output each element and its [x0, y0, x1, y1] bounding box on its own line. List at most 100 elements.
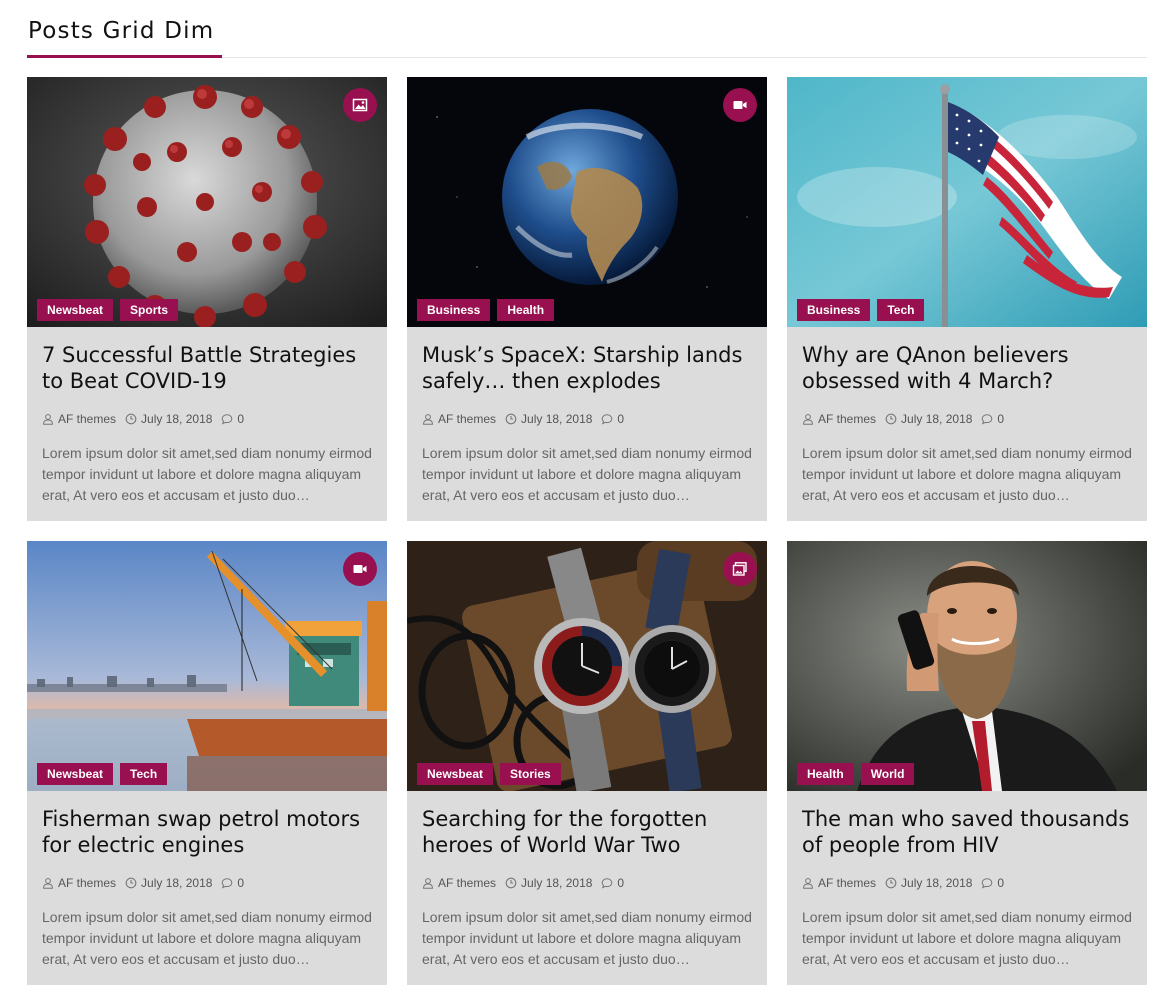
post-date[interactable]: July 18, 2018 [885, 876, 972, 890]
watches-image [407, 541, 767, 791]
post-thumbnail[interactable]: Newsbeat Sports [27, 77, 387, 327]
date-text: July 18, 2018 [901, 876, 973, 890]
comment-icon [222, 414, 233, 425]
date-text: July 18, 2018 [521, 876, 593, 890]
clock-icon [505, 413, 517, 425]
post-date[interactable]: July 18, 2018 [125, 412, 212, 426]
clock-icon [125, 413, 137, 425]
bearded-man-image [787, 541, 1147, 791]
comment-count: 0 [237, 412, 245, 426]
format-badge [723, 88, 757, 122]
post-title[interactable]: Searching for the forgotten heroes of Wo… [422, 806, 752, 858]
date-text: July 18, 2018 [141, 876, 213, 890]
post-thumbnail[interactable]: Health World [787, 541, 1147, 791]
user-icon [802, 414, 814, 425]
comment-count: 0 [237, 876, 245, 890]
post-meta: AF themes July 18, 2018 0 [802, 410, 1132, 428]
post-author[interactable]: AF themes [422, 876, 496, 890]
post-author[interactable]: AF themes [802, 412, 876, 426]
post-card: Newsbeat Sports 7 Successful Battle Stra… [27, 77, 387, 521]
category-tag[interactable]: Tech [120, 763, 168, 785]
post-card: Newsbeat Stories Searching for the forgo… [407, 541, 767, 985]
post-thumbnail[interactable]: Newsbeat Stories [407, 541, 767, 791]
category-tag[interactable]: Newsbeat [417, 763, 494, 785]
user-icon [42, 878, 54, 889]
post-author[interactable]: AF themes [422, 412, 496, 426]
category-tag[interactable]: Sports [120, 299, 179, 321]
coronavirus-image [27, 77, 387, 327]
post-date[interactable]: July 18, 2018 [505, 412, 592, 426]
clock-icon [505, 877, 517, 889]
author-name: AF themes [438, 876, 497, 890]
post-comments[interactable]: 0 [981, 412, 1004, 426]
post-title[interactable]: Fisherman swap petrol motors for electri… [42, 806, 372, 858]
date-text: July 18, 2018 [901, 412, 973, 426]
post-excerpt: Lorem ipsum dolor sit amet,sed diam nonu… [422, 445, 752, 503]
post-thumbnail[interactable]: Business Tech [787, 77, 1147, 327]
category-list: Newsbeat Stories [417, 763, 561, 785]
post-author[interactable]: AF themes [42, 412, 116, 426]
author-name: AF themes [818, 412, 877, 426]
post-comments[interactable]: 0 [601, 876, 624, 890]
post-excerpt: Lorem ipsum dolor sit amet,sed diam nonu… [802, 909, 1132, 967]
post-thumbnail[interactable]: Business Health [407, 77, 767, 327]
post-thumbnail[interactable]: Newsbeat Tech [27, 541, 387, 791]
post-body: Searching for the forgotten heroes of Wo… [407, 791, 767, 970]
author-name: AF themes [818, 876, 877, 890]
category-tag[interactable]: Business [797, 299, 871, 321]
post-meta: AF themes July 18, 2018 0 [802, 874, 1132, 892]
format-badge [343, 552, 377, 586]
post-excerpt: Lorem ipsum dolor sit amet,sed diam nonu… [42, 445, 372, 503]
post-title[interactable]: Musk’s SpaceX: Starship lands safely… th… [422, 342, 752, 394]
clock-icon [885, 877, 897, 889]
category-list: Business Tech [797, 299, 925, 321]
post-comments[interactable]: 0 [981, 876, 1004, 890]
category-tag[interactable]: World [860, 763, 915, 785]
category-tag[interactable]: Health [497, 299, 555, 321]
post-comments[interactable]: 0 [601, 412, 624, 426]
crane-barge-image [27, 541, 387, 791]
post-excerpt: Lorem ipsum dolor sit amet,sed diam nonu… [422, 909, 752, 967]
title-underline [27, 55, 222, 58]
post-card: Health World The man who saved thousands… [787, 541, 1147, 985]
comment-count: 0 [617, 876, 625, 890]
comment-icon [602, 414, 613, 425]
post-date[interactable]: July 18, 2018 [125, 876, 212, 890]
user-icon [422, 414, 434, 425]
date-text: July 18, 2018 [521, 412, 593, 426]
post-comments[interactable]: 0 [221, 412, 244, 426]
category-tag[interactable]: Health [797, 763, 854, 785]
post-meta: AF themes July 18, 2018 0 [422, 410, 752, 428]
category-tag[interactable]: Business [417, 299, 491, 321]
post-title[interactable]: The man who saved thousands of people fr… [802, 806, 1132, 858]
comment-count: 0 [997, 412, 1005, 426]
comment-count: 0 [617, 412, 625, 426]
post-body: 7 Successful Battle Strategies to Beat C… [27, 327, 387, 506]
category-tag[interactable]: Stories [500, 763, 561, 785]
posts-grid: Newsbeat Sports 7 Successful Battle Stra… [27, 77, 1147, 985]
author-name: AF themes [438, 412, 497, 426]
post-card: Business Tech Why are QAnon believers ob… [787, 77, 1147, 521]
post-date[interactable]: July 18, 2018 [505, 876, 592, 890]
category-list: Health World [797, 763, 915, 785]
post-comments[interactable]: 0 [221, 876, 244, 890]
post-author[interactable]: AF themes [42, 876, 116, 890]
post-title[interactable]: 7 Successful Battle Strategies to Beat C… [42, 342, 372, 394]
post-title[interactable]: Why are QAnon believers obsessed with 4 … [802, 342, 1132, 394]
category-tag[interactable]: Newsbeat [37, 299, 114, 321]
clock-icon [885, 413, 897, 425]
user-icon [422, 878, 434, 889]
section-header: Posts Grid Dim [27, 0, 1147, 58]
comment-icon [982, 414, 993, 425]
post-date[interactable]: July 18, 2018 [885, 412, 972, 426]
post-author[interactable]: AF themes [802, 876, 876, 890]
post-card: Newsbeat Tech Fisherman swap petrol moto… [27, 541, 387, 985]
category-list: Newsbeat Sports [37, 299, 179, 321]
format-badge [343, 88, 377, 122]
user-icon [802, 878, 814, 889]
category-tag[interactable]: Tech [877, 299, 925, 321]
category-list: Newsbeat Tech [37, 763, 168, 785]
post-body: Why are QAnon believers obsessed with 4 … [787, 327, 1147, 506]
category-list: Business Health [417, 299, 555, 321]
category-tag[interactable]: Newsbeat [37, 763, 114, 785]
